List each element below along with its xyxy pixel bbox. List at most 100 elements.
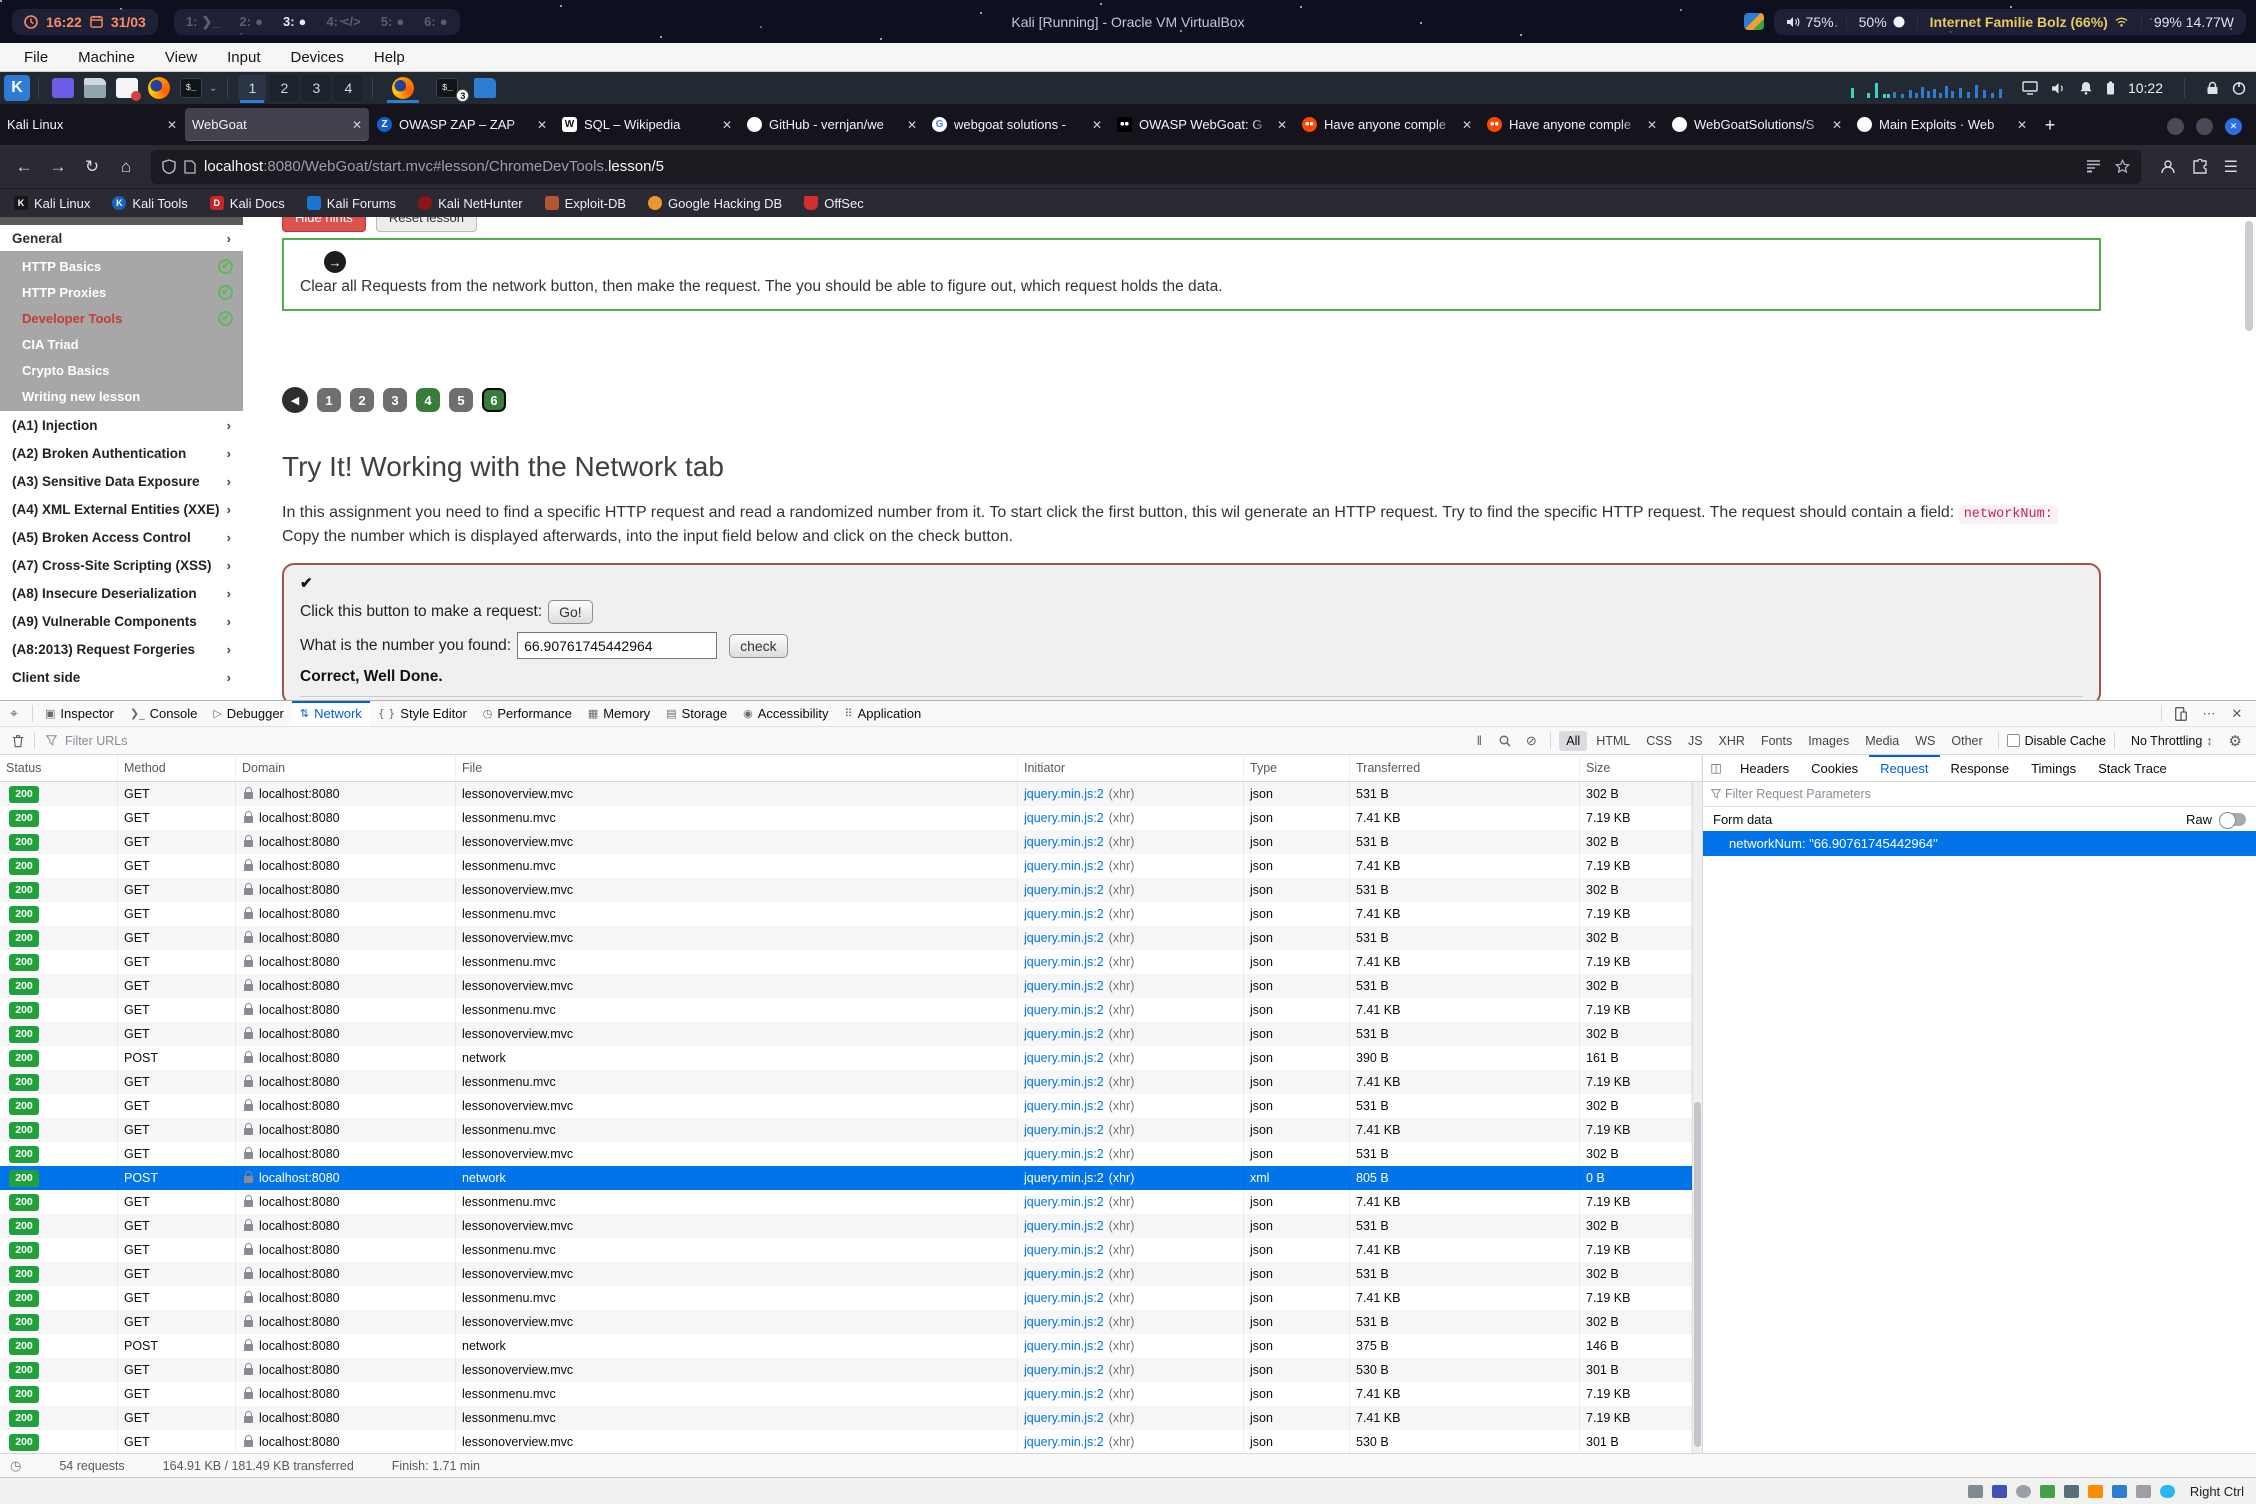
- initiator-link[interactable]: jquery.min.js:2: [1024, 1339, 1104, 1353]
- terminal-launcher-icon[interactable]: $_: [180, 78, 202, 98]
- page-button[interactable]: 5: [449, 388, 473, 412]
- vm-workspace-chip[interactable]: 4:</>: [326, 14, 360, 29]
- network-request-row[interactable]: 200 GET localhost:8080 lessonmenu.mvc jq…: [0, 1238, 1692, 1262]
- devtools-tool-tab[interactable]: ▦ Memory: [580, 701, 658, 726]
- browser-tab[interactable]: Main Exploits · Web ✕: [1850, 108, 2034, 141]
- network-request-row[interactable]: 200 GET localhost:8080 lessonmenu.mvc jq…: [0, 1118, 1692, 1142]
- network-request-row[interactable]: 200 POST localhost:8080 network jquery.m…: [0, 1166, 1692, 1190]
- type-filter-chip[interactable]: HTML: [1589, 731, 1637, 751]
- block-requests-icon[interactable]: ⊘: [1520, 730, 1542, 752]
- devtools-meatball-menu-icon[interactable]: ⋯: [2196, 702, 2222, 726]
- network-request-row[interactable]: 200 GET localhost:8080 lessonoverview.mv…: [0, 1094, 1692, 1118]
- initiator-link[interactable]: jquery.min.js:2: [1024, 1387, 1104, 1401]
- menubar-item[interactable]: Machine: [78, 49, 135, 66]
- type-filter-chip[interactable]: Other: [1944, 731, 1989, 751]
- table-scrollbar[interactable]: [1692, 782, 1702, 1453]
- disable-cache-checkbox[interactable]: [2007, 734, 2020, 747]
- vm-workspace-chip[interactable]: 6:●: [424, 14, 447, 29]
- detail-tab[interactable]: Timings: [2020, 755, 2087, 781]
- initiator-link[interactable]: jquery.min.js:2: [1024, 787, 1104, 801]
- browser-tab[interactable]: Kali Linux ✕: [0, 108, 184, 141]
- network-settings-gear-icon[interactable]: ⚙: [2225, 732, 2250, 750]
- initiator-link[interactable]: jquery.min.js:2: [1024, 1099, 1104, 1113]
- network-request-row[interactable]: 200 GET localhost:8080 lessonoverview.mv…: [0, 926, 1692, 950]
- devtools-tool-tab[interactable]: ▷ Debugger: [205, 701, 292, 726]
- network-request-row[interactable]: 200 GET localhost:8080 lessonmenu.mvc jq…: [0, 1190, 1692, 1214]
- network-request-row[interactable]: 200 GET localhost:8080 lessonmenu.mvc jq…: [0, 1382, 1692, 1406]
- detail-tab[interactable]: Request: [1869, 755, 1939, 781]
- workspace-button[interactable]: 1: [238, 75, 266, 101]
- vm-workspace-chip[interactable]: 2:●: [240, 14, 263, 29]
- battery-icon[interactable]: [2106, 81, 2115, 95]
- devtools-tool-tab[interactable]: ▤ Storage: [658, 701, 735, 726]
- raw-toggle[interactable]: [2219, 813, 2246, 826]
- detail-tab[interactable]: Stack Trace: [2087, 755, 2178, 781]
- bookmark-star-icon[interactable]: [2115, 159, 2130, 174]
- devtools-tool-tab[interactable]: ⇅ Network: [292, 701, 370, 726]
- tab-close-icon[interactable]: ✕: [1092, 118, 1102, 132]
- disable-cache-control[interactable]: Disable Cache: [2007, 734, 2106, 748]
- initiator-link[interactable]: jquery.min.js:2: [1024, 1027, 1104, 1041]
- tab-close-icon[interactable]: ✕: [167, 118, 177, 132]
- next-hint-icon[interactable]: →: [324, 251, 346, 273]
- home-icon[interactable]: ⌂: [110, 152, 142, 182]
- volume-indicator[interactable]: 75%: [1774, 14, 1847, 30]
- page-button[interactable]: 2: [350, 388, 374, 412]
- workspace-button[interactable]: 2: [270, 75, 298, 101]
- initiator-link[interactable]: jquery.min.js:2: [1024, 835, 1104, 849]
- type-filter-chip[interactable]: WS: [1908, 731, 1942, 751]
- account-icon[interactable]: [2160, 159, 2176, 175]
- type-filter-chip[interactable]: CSS: [1639, 731, 1679, 751]
- bookmark-item[interactable]: K Kali Linux: [14, 196, 90, 211]
- initiator-link[interactable]: jquery.min.js:2: [1024, 907, 1104, 921]
- launcher-dropdown-icon[interactable]: ⌄: [209, 83, 217, 94]
- network-request-row[interactable]: 200 GET localhost:8080 lessonoverview.mv…: [0, 1214, 1692, 1238]
- initiator-link[interactable]: jquery.min.js:2: [1024, 1243, 1104, 1257]
- devtools-tool-tab[interactable]: ◉ Accessibility: [735, 701, 836, 726]
- minimize-button[interactable]: [2167, 118, 2184, 135]
- initiator-link[interactable]: jquery.min.js:2: [1024, 955, 1104, 969]
- initiator-link[interactable]: jquery.min.js:2: [1024, 1267, 1104, 1281]
- throttling-select[interactable]: No Throttling↕: [2123, 734, 2221, 748]
- network-indicator[interactable]: Internet Familie Bolz (66%): [1918, 14, 2142, 30]
- initiator-link[interactable]: jquery.min.js:2: [1024, 1315, 1104, 1329]
- browser-tab[interactable]: Z OWASP ZAP – ZAP ✕: [370, 108, 554, 141]
- kali-menu-icon[interactable]: K: [4, 75, 30, 101]
- form-param-row[interactable]: networkNum: "66.90761745442964": [1703, 831, 2256, 856]
- forward-icon[interactable]: →: [42, 152, 74, 182]
- display-icon[interactable]: [2022, 81, 2038, 95]
- column-header[interactable]: Initiator: [1018, 755, 1244, 781]
- type-filter-chip[interactable]: Images: [1801, 731, 1856, 751]
- form-data-section[interactable]: Form data Raw: [1703, 807, 2256, 831]
- sidebar-category-item[interactable]: (A7) Cross-Site Scripting (XSS) ›: [0, 551, 243, 579]
- sidebar-item-general[interactable]: General ›: [0, 225, 243, 251]
- shield-icon[interactable]: [162, 159, 176, 174]
- menubar-item[interactable]: Input: [227, 49, 260, 66]
- initiator-link[interactable]: jquery.min.js:2: [1024, 1363, 1104, 1377]
- bookmark-item[interactable]: Kali Forums: [307, 196, 396, 211]
- initiator-link[interactable]: jquery.min.js:2: [1024, 811, 1104, 825]
- network-request-row[interactable]: 200 GET localhost:8080 lessonmenu.mvc jq…: [0, 998, 1692, 1022]
- back-icon[interactable]: ←: [8, 152, 40, 182]
- network-request-row[interactable]: 200 GET localhost:8080 lessonmenu.mvc jq…: [0, 1406, 1692, 1430]
- menubar-item[interactable]: View: [165, 49, 197, 66]
- column-header[interactable]: Type: [1244, 755, 1350, 781]
- taskbar-clock[interactable]: 10:22: [2128, 80, 2163, 96]
- tab-close-icon[interactable]: ✕: [537, 118, 547, 132]
- initiator-link[interactable]: jquery.min.js:2: [1024, 931, 1104, 945]
- clear-requests-icon[interactable]: [6, 734, 30, 748]
- tab-close-icon[interactable]: ✕: [907, 118, 917, 132]
- detail-tab[interactable]: Response: [1940, 755, 2021, 781]
- initiator-link[interactable]: jquery.min.js:2: [1024, 883, 1104, 897]
- initiator-link[interactable]: jquery.min.js:2: [1024, 1003, 1104, 1017]
- filter-urls-input[interactable]: Filter URLs: [65, 734, 128, 748]
- reset-lesson-button[interactable]: Reset lesson: [376, 217, 477, 232]
- devtools-tool-tab[interactable]: ⠿ Application: [837, 701, 930, 726]
- network-request-row[interactable]: 200 GET localhost:8080 lessonoverview.mv…: [0, 1142, 1692, 1166]
- network-request-row[interactable]: 200 GET localhost:8080 lessonmenu.mvc jq…: [0, 806, 1692, 830]
- bookmark-item[interactable]: Kali NetHunter: [418, 196, 523, 211]
- app-launcher-icon[interactable]: [52, 78, 74, 98]
- extensions-icon[interactable]: [2192, 159, 2208, 174]
- initiator-link[interactable]: jquery.min.js:2: [1024, 1411, 1104, 1425]
- reader-mode-icon[interactable]: [2086, 160, 2101, 173]
